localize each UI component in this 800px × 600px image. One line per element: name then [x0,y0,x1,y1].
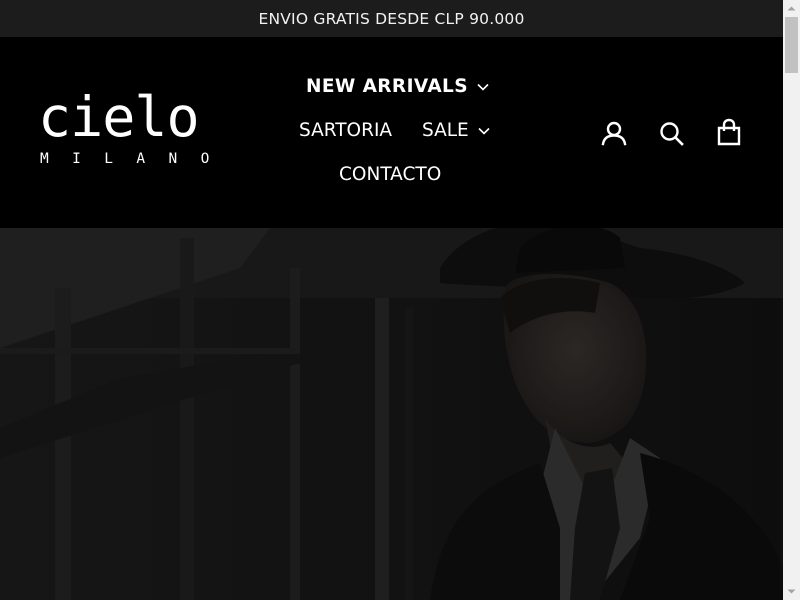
site-header: cielo MILANO NEW ARRIVALS SARTORIA SALE … [0,37,783,228]
nav-sartoria[interactable]: SARTORIA [299,120,392,141]
logo-wordmark: cielo [38,85,200,149]
search-icon [660,122,684,146]
scroll-up-arrow-icon[interactable] [783,0,800,17]
logo[interactable]: cielo MILANO [38,87,233,173]
search-button[interactable] [657,119,687,149]
hero-image [0,228,783,600]
nav-sartoria-label: SARTORIA [299,120,393,141]
nav-contacto-label: CONTACTO [339,164,442,185]
account-icon [601,121,627,146]
scroll-down-arrow-icon[interactable] [783,583,800,600]
logo-subtitle: MILANO [40,151,233,167]
scrollbar-thumb[interactable] [785,17,798,73]
cart-icon [717,118,741,146]
chevron-down-icon [477,83,489,91]
nav-contacto[interactable]: CONTACTO [339,164,441,185]
scrollbar[interactable] [783,0,800,600]
chevron-down-icon [478,127,490,135]
nav-new-arrivals-label: NEW ARRIVALS [306,76,468,97]
announcement-bar: ENVIO GRATIS DESDE CLP 90.000 [0,0,783,37]
account-button[interactable] [600,119,630,149]
cart-button[interactable] [715,118,745,148]
hero-photo [0,228,783,600]
announcement-text: ENVIO GRATIS DESDE CLP 90.000 [258,9,525,28]
nav-new-arrivals[interactable]: NEW ARRIVALS [306,76,489,97]
nav-sale-label: SALE [422,120,469,141]
nav-sale[interactable]: SALE [422,120,490,141]
